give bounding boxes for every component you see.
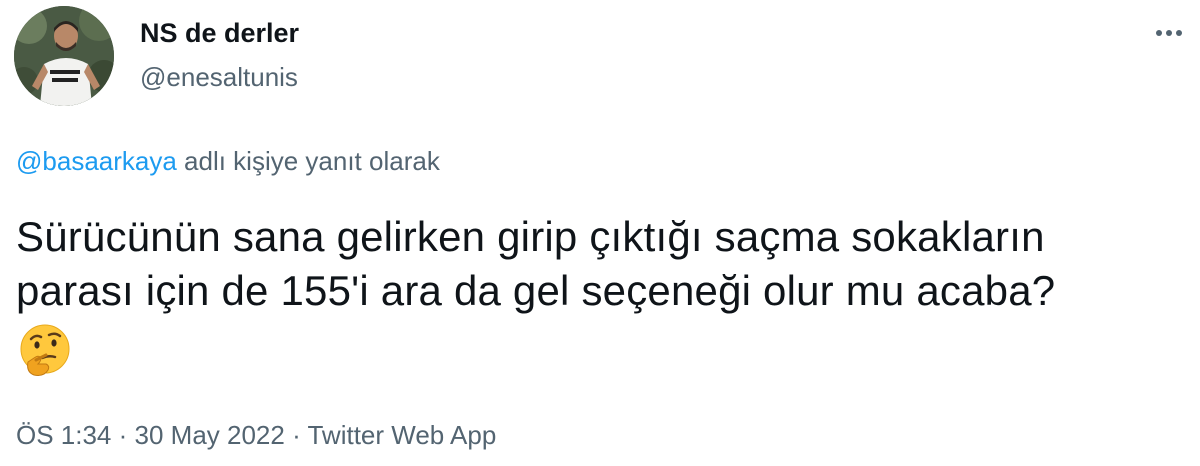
reply-context: @basaarkaya adlı kişiye yanıt olarak [16,144,440,178]
tweet-text: Sürücünün sana gelirken girip çıktığı sa… [16,210,1186,318]
avatar-photo [14,6,114,106]
tweet-source-link[interactable]: Twitter Web App [307,420,496,450]
meta-separator: · [284,420,308,450]
tweet-date-link[interactable]: 30 May 2022 [135,420,285,450]
tweet-meta: ÖS 1:34 · 30 May 2022 · Twitter Web App [16,418,496,452]
reply-context-text: adlı kişiye yanıt olarak [176,146,440,176]
tweet-text-line: parası için de 155'i ara da gel seçeneği… [16,267,1056,314]
more-options-button[interactable] [1150,14,1188,52]
more-horizontal-icon [1156,30,1182,36]
tweet-time-link[interactable]: ÖS 1:34 [16,420,111,450]
avatar[interactable] [14,6,114,106]
meta-separator: · [111,420,135,450]
reply-mention-link[interactable]: @basaarkaya [16,146,177,176]
author-display-name[interactable]: NS de derler [140,16,299,50]
author-handle[interactable]: @enesaltunis [140,60,298,94]
tweet-text-line: Sürücünün sana gelirken girip çıktığı sa… [16,213,1045,260]
tweet-card: NS de derler @enesaltunis @basaarkaya ad… [0,0,1200,466]
thinking-face-icon [18,322,72,376]
